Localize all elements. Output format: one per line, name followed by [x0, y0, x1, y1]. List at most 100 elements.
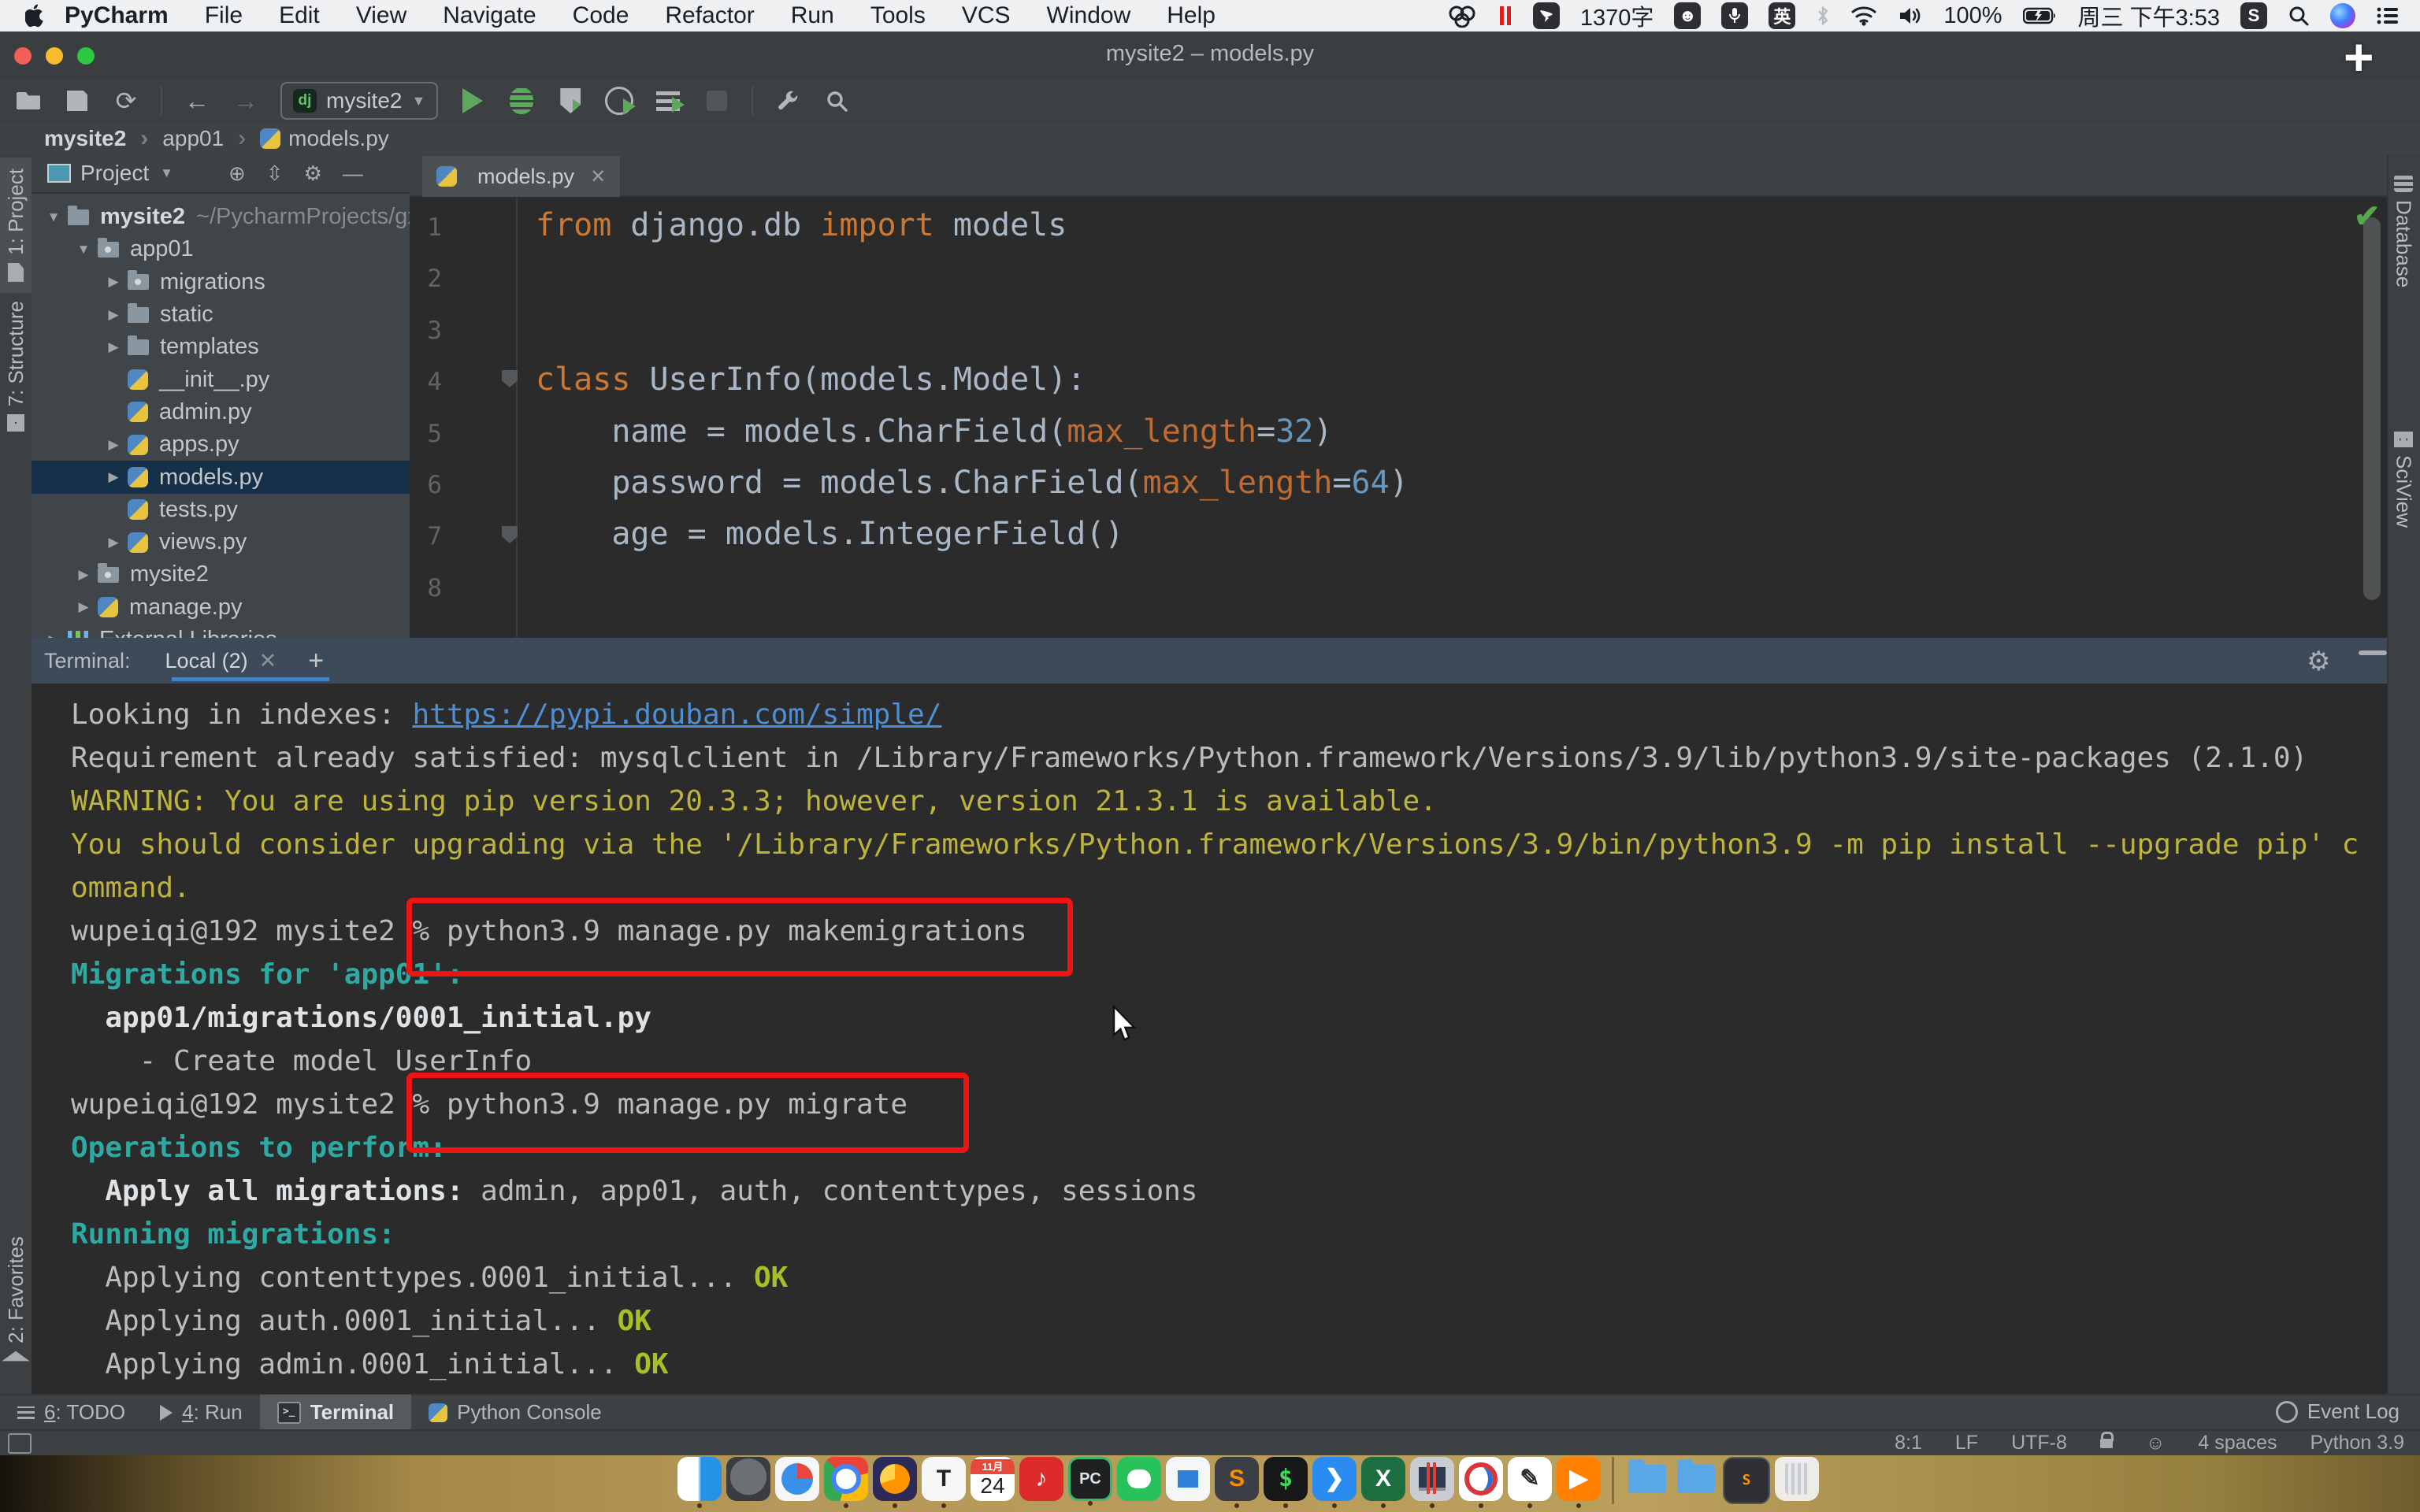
wifi-icon[interactable]	[1850, 6, 1877, 26]
handoff-icon[interactable]	[1446, 4, 1478, 28]
menu-item-File[interactable]: File	[205, 2, 243, 29]
dock-wechat-icon[interactable]	[1117, 1457, 1161, 1501]
stop-button[interactable]	[703, 85, 731, 117]
menu-item-Run[interactable]: Run	[791, 2, 834, 29]
chevron-right-icon[interactable]: ▶	[99, 469, 128, 485]
menu-item-View[interactable]: View	[356, 2, 406, 29]
terminal-tab-local[interactable]: Local (2)✕	[165, 649, 277, 673]
input-method-smiley-icon[interactable]: ☻	[1674, 2, 1701, 29]
dingtalk-menu-icon[interactable]	[1533, 2, 1560, 29]
tree-item-templates[interactable]: ▶templates	[32, 331, 410, 363]
save-icon[interactable]	[63, 85, 91, 117]
forward-icon[interactable]: →	[232, 85, 260, 117]
tree-item-__init__.py[interactable]: __init__.py	[32, 363, 410, 395]
hide-terminal-icon[interactable]	[2359, 650, 2387, 655]
tree-item-External Libraries[interactable]: ▶External Libraries	[32, 624, 410, 638]
stripe-project-button[interactable]: 1: Project	[0, 158, 32, 293]
stripe-structure-button[interactable]: 7: Structure	[0, 301, 32, 432]
open-icon[interactable]	[14, 85, 43, 117]
dock-dingtalk-icon[interactable]: ❯	[1312, 1457, 1357, 1501]
dock-windows-folder-icon[interactable]	[1674, 1457, 1718, 1501]
tree-item-apps.py[interactable]: ▶apps.py	[32, 428, 410, 461]
apple-menu-icon[interactable]	[25, 4, 46, 28]
breadcrumb-mysite2[interactable]: mysite2	[44, 125, 162, 152]
dock-downloads-folder-icon[interactable]	[1625, 1457, 1669, 1501]
shottr-icon[interactable]: S	[2240, 2, 2267, 29]
chevron-right-icon[interactable]: ▶	[99, 339, 128, 355]
chevron-right-icon[interactable]: ▶	[69, 567, 98, 583]
gear-icon[interactable]: ⚙	[304, 161, 322, 186]
chevron-right-icon[interactable]: ▶	[99, 274, 128, 290]
chevron-right-icon[interactable]: ▶	[99, 535, 128, 550]
close-tab-icon[interactable]: ✕	[590, 165, 606, 188]
reader-mode-icon[interactable]: ☺	[2146, 1432, 2166, 1455]
siri-icon[interactable]	[2330, 3, 2355, 28]
tree-item-admin.py[interactable]: admin.py	[32, 396, 410, 428]
dock-calendar-icon[interactable]: 11月24	[971, 1457, 1015, 1501]
dictation-mic-icon[interactable]	[1721, 2, 1748, 29]
menu-item-PyCharm[interactable]: PyCharm	[65, 2, 169, 29]
encoding[interactable]: UTF-8	[2011, 1432, 2067, 1455]
dock-winthumb-icon[interactable]: S	[1723, 1457, 1770, 1504]
spotlight-search-icon[interactable]	[2288, 5, 2310, 27]
dock-finder-icon[interactable]	[677, 1457, 722, 1501]
chevron-down-icon[interactable]: ▼	[39, 209, 68, 225]
dock-parallels-icon[interactable]	[1410, 1457, 1454, 1501]
toolwindow-python-console-button[interactable]: Python Console	[411, 1395, 619, 1430]
editor-scrollbar[interactable]	[2363, 217, 2381, 600]
menu-item-Window[interactable]: Window	[1047, 2, 1131, 29]
bluetooth-icon[interactable]	[1816, 5, 1830, 27]
chevron-right-icon[interactable]: ▶	[99, 307, 128, 323]
dock-chrome-icon[interactable]	[824, 1457, 868, 1501]
toolwindow-todo-button[interactable]: 6: TODO	[0, 1395, 143, 1430]
tree-item-migrations[interactable]: ▶migrations	[32, 266, 410, 298]
toolwindow-run-button[interactable]: 4: Run	[143, 1395, 260, 1430]
tree-item-views.py[interactable]: ▶views.py	[32, 526, 410, 558]
stripe-database-button[interactable]: Database	[2387, 175, 2420, 287]
locate-file-icon[interactable]: ⊕	[228, 161, 246, 186]
menu-item-Edit[interactable]: Edit	[279, 2, 320, 29]
breadcrumb-app01[interactable]: app01	[162, 125, 260, 152]
lock-icon[interactable]	[2100, 1439, 2113, 1448]
close-tab-icon[interactable]: ✕	[259, 649, 277, 673]
dock-music-icon[interactable]: ♪	[1019, 1457, 1063, 1501]
dock-trash-icon[interactable]	[1775, 1457, 1819, 1501]
profile-button[interactable]	[605, 85, 633, 117]
dock-sublime-icon[interactable]: S	[1215, 1457, 1259, 1501]
dock-firefox-icon[interactable]	[873, 1457, 917, 1501]
dock-excel-icon[interactable]: X	[1361, 1457, 1405, 1501]
terminal-settings-gear-icon[interactable]: ⚙	[2307, 646, 2330, 677]
menu-item-VCS[interactable]: VCS	[962, 2, 1011, 29]
stripe-favorites-button[interactable]: 2: Favorites	[0, 1236, 32, 1359]
indent-setting[interactable]: 4 spaces	[2198, 1432, 2277, 1455]
stripe-sciview-button[interactable]: SciView	[2387, 432, 2420, 528]
dock-launchpad-icon[interactable]	[726, 1457, 770, 1501]
run-button[interactable]	[458, 85, 487, 117]
project-panel-title[interactable]: Project	[80, 161, 149, 186]
debug-button[interactable]	[507, 85, 536, 117]
dock-typora-icon[interactable]: T	[922, 1457, 966, 1501]
control-center-icon[interactable]	[2376, 6, 2400, 25]
tree-item-tests.py[interactable]: tests.py	[32, 494, 410, 526]
chevron-right-icon[interactable]: ▶	[99, 437, 128, 453]
chevron-right-icon[interactable]: ▶	[69, 599, 98, 615]
collapse-all-icon[interactable]: ⇳	[266, 161, 284, 186]
dock-iterm-icon[interactable]: $	[1264, 1457, 1308, 1501]
run-configuration-select[interactable]: dj mysite2 ▼	[280, 82, 438, 120]
volume-icon[interactable]	[1898, 6, 1923, 26]
tree-item-mysite2[interactable]: ▶mysite2	[32, 558, 410, 591]
dock-sketch-icon[interactable]: ✎	[1508, 1457, 1552, 1501]
interpreter[interactable]: Python 3.9	[2310, 1432, 2404, 1455]
tree-item-mysite2[interactable]: ▼mysite2~/PycharmProjects/gx	[32, 201, 410, 233]
run-concurrency-button[interactable]	[654, 85, 682, 117]
pause-bars-icon[interactable]	[1498, 4, 1512, 28]
menu-item-Refactor[interactable]: Refactor	[665, 2, 754, 29]
terminal-output[interactable]: Looking in indexes: https://pypi.douban.…	[32, 684, 2387, 1394]
event-log-button[interactable]: Event Log	[2276, 1394, 2400, 1429]
dock-keynote-icon[interactable]	[1166, 1457, 1210, 1501]
toolwindow-terminal-button[interactable]: >_Terminal	[260, 1395, 411, 1430]
terminal-link[interactable]: https://pypi.douban.com/simple/	[412, 699, 941, 731]
breadcrumb-models-py[interactable]: models.py	[260, 126, 389, 151]
input-language-badge[interactable]: 英	[1769, 2, 1795, 29]
search-everywhere-icon[interactable]	[822, 85, 851, 117]
